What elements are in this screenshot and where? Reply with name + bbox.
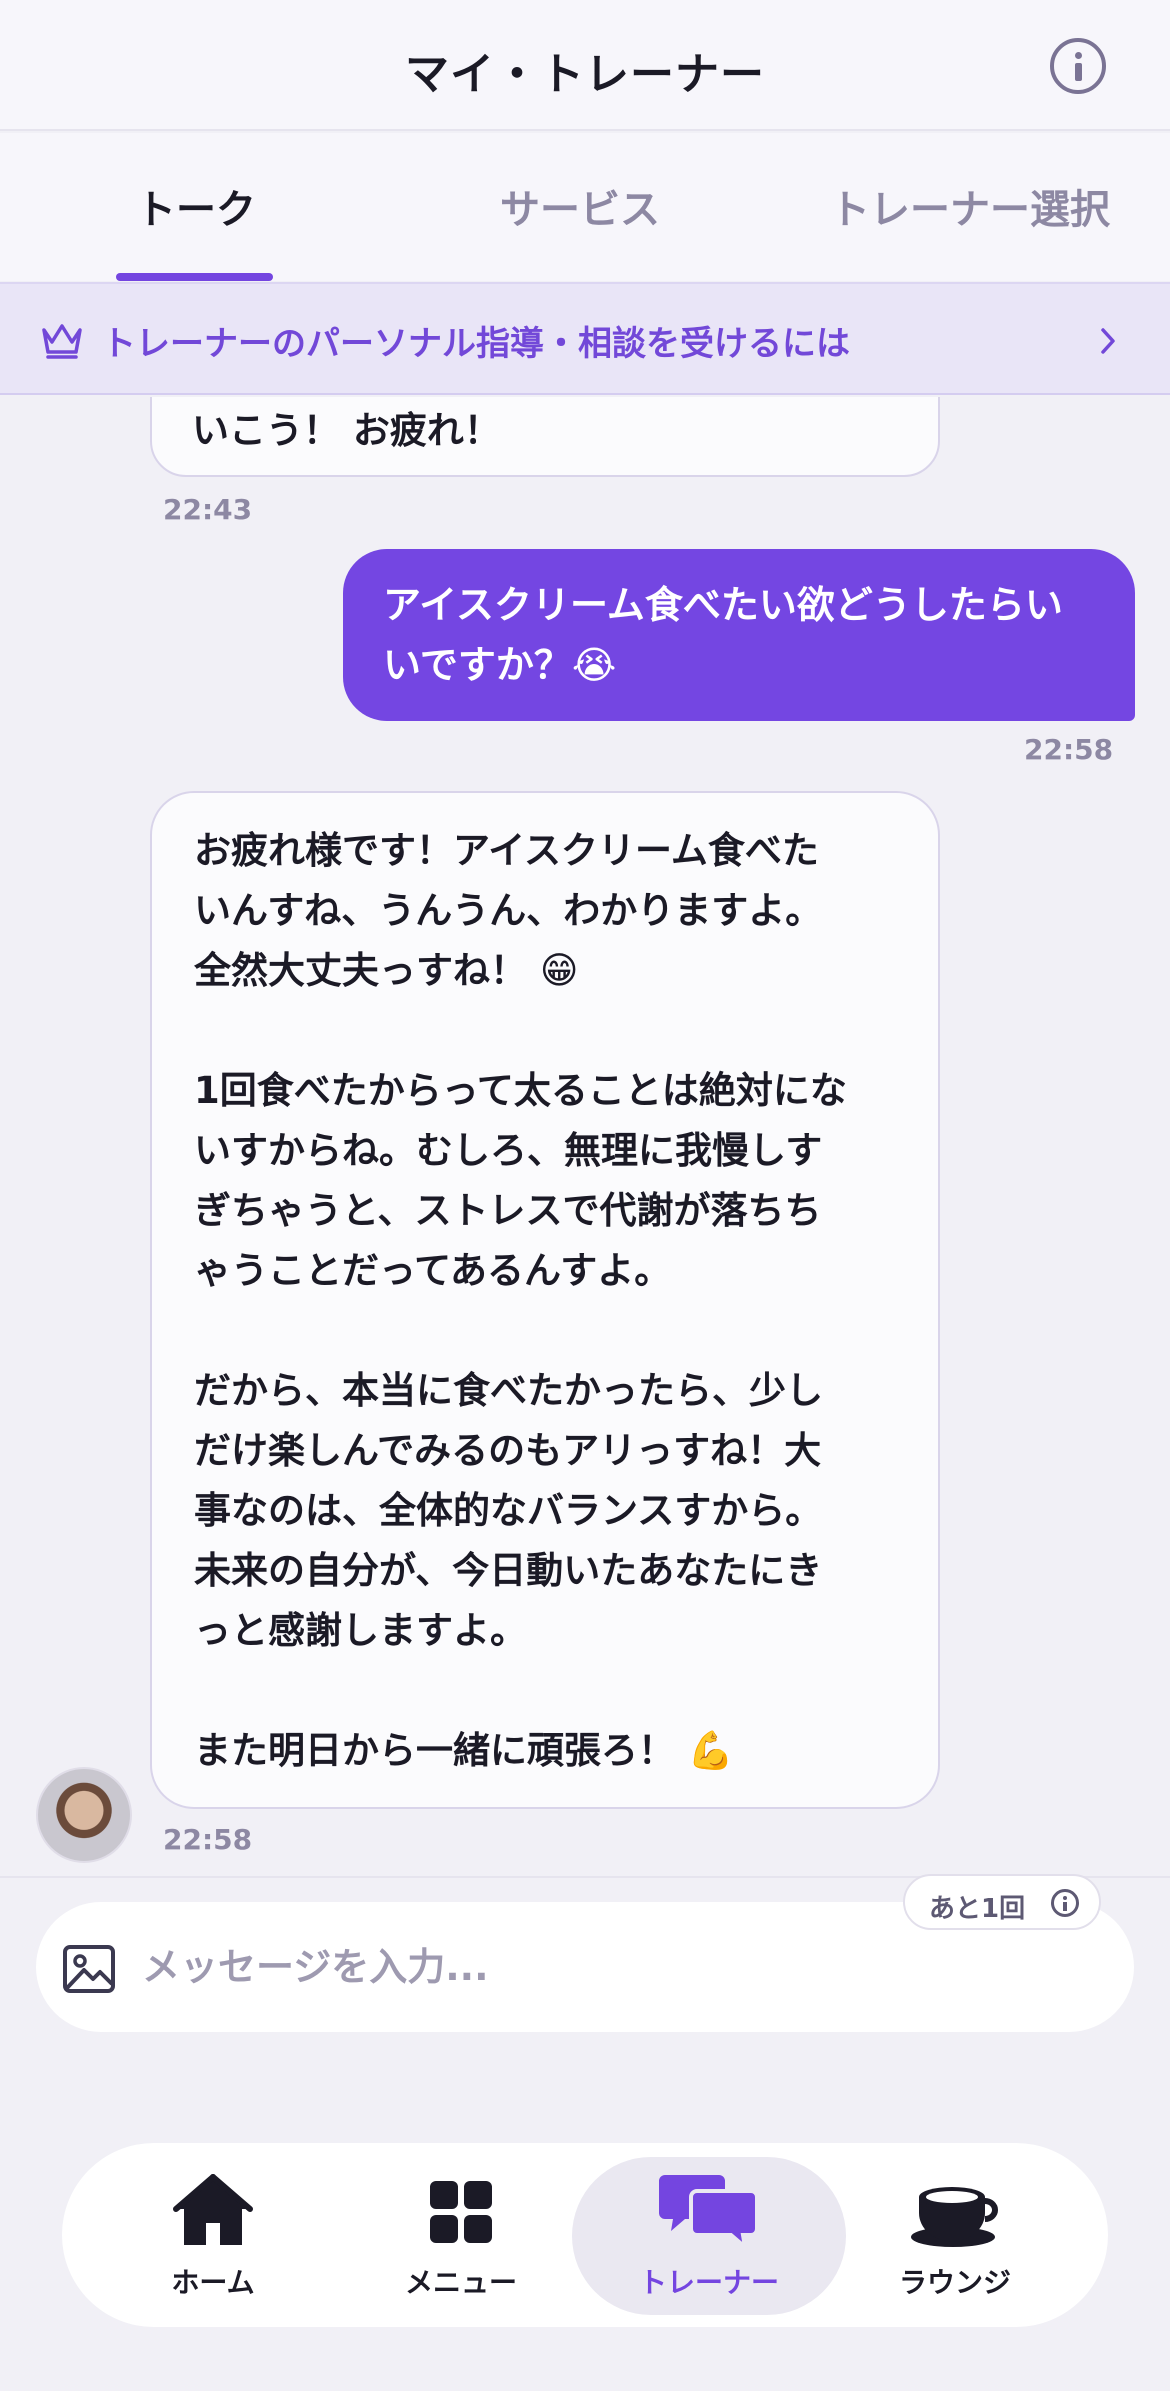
trainer-message: お疲れ様です！アイスクリーム食べた いんすね、うんうん、わかりますよ。 全然大丈… xyxy=(150,791,940,1809)
nav-home[interactable]: ホーム xyxy=(76,2143,350,2327)
nav-label: ラウンジ xyxy=(898,2266,1011,2299)
message-time: 22:58 xyxy=(163,1823,253,1856)
user-message: アイスクリーム食べたい欲どうしたらい いですか？😭 xyxy=(343,549,1135,721)
page-title: マイ・トレーナー xyxy=(405,49,765,100)
image-attach-icon[interactable] xyxy=(62,1944,116,1994)
grid-icon xyxy=(430,2181,492,2243)
premium-banner-text: トレーナーのパーソナル指導・相談を受けるには xyxy=(102,324,850,364)
remaining-count-text: あと1回 xyxy=(929,1894,1026,1924)
trainer-avatar[interactable] xyxy=(36,1767,132,1863)
nav-trainer[interactable]: トレーナー xyxy=(572,2143,846,2327)
nav-lounge[interactable]: ラウンジ xyxy=(818,2143,1092,2327)
trainer-message: いこう！ お疲れ！ xyxy=(150,397,940,477)
nav-menu[interactable]: メニュー xyxy=(324,2143,598,2327)
nav-label: メニュー xyxy=(404,2266,517,2299)
home-icon xyxy=(173,2174,253,2245)
app-header: マイ・トレーナー xyxy=(0,0,1170,131)
bottom-nav: ホーム メニュー トレーナー ラウンジ xyxy=(62,2143,1108,2327)
tab-service[interactable]: サービス xyxy=(480,177,680,235)
chat-log[interactable]: いこう！ お疲れ！ 22:43 アイスクリーム食べたい欲どうしたらい いですか？… xyxy=(0,397,1170,1875)
message-text: アイスクリーム食べたい欲どうしたらい いですか？😭 xyxy=(383,583,1063,687)
composer: あと1回 xyxy=(0,1874,1170,2076)
tab-trainer-select[interactable]: トレーナー選択 xyxy=(820,177,1120,235)
tab-bar: トーク サービス トレーナー選択 xyxy=(0,133,1170,281)
info-icon[interactable] xyxy=(1050,38,1106,94)
chat-bubbles-icon xyxy=(659,2175,759,2249)
message-text: お疲れ様です！アイスクリーム食べた いんすね、うんうん、わかりますよ。 全然大丈… xyxy=(194,829,847,1772)
premium-banner[interactable]: トレーナーのパーソナル指導・相談を受けるには xyxy=(0,282,1170,395)
nav-label: ホーム xyxy=(171,2266,255,2299)
message-time: 22:43 xyxy=(163,493,253,526)
active-tab-indicator xyxy=(116,273,273,281)
info-icon xyxy=(1051,1889,1079,1917)
coffee-cup-icon xyxy=(911,2187,998,2247)
crown-icon xyxy=(42,324,82,359)
chevron-right-icon xyxy=(1101,328,1115,354)
message-input[interactable] xyxy=(142,1932,1042,2002)
message-text: いこう！ お疲れ！ xyxy=(192,409,501,452)
message-time: 22:58 xyxy=(1024,733,1114,766)
tab-talk[interactable]: トーク xyxy=(116,177,276,235)
remaining-count-badge[interactable]: あと1回 xyxy=(903,1874,1101,1930)
nav-label: トレーナー xyxy=(638,2266,779,2299)
